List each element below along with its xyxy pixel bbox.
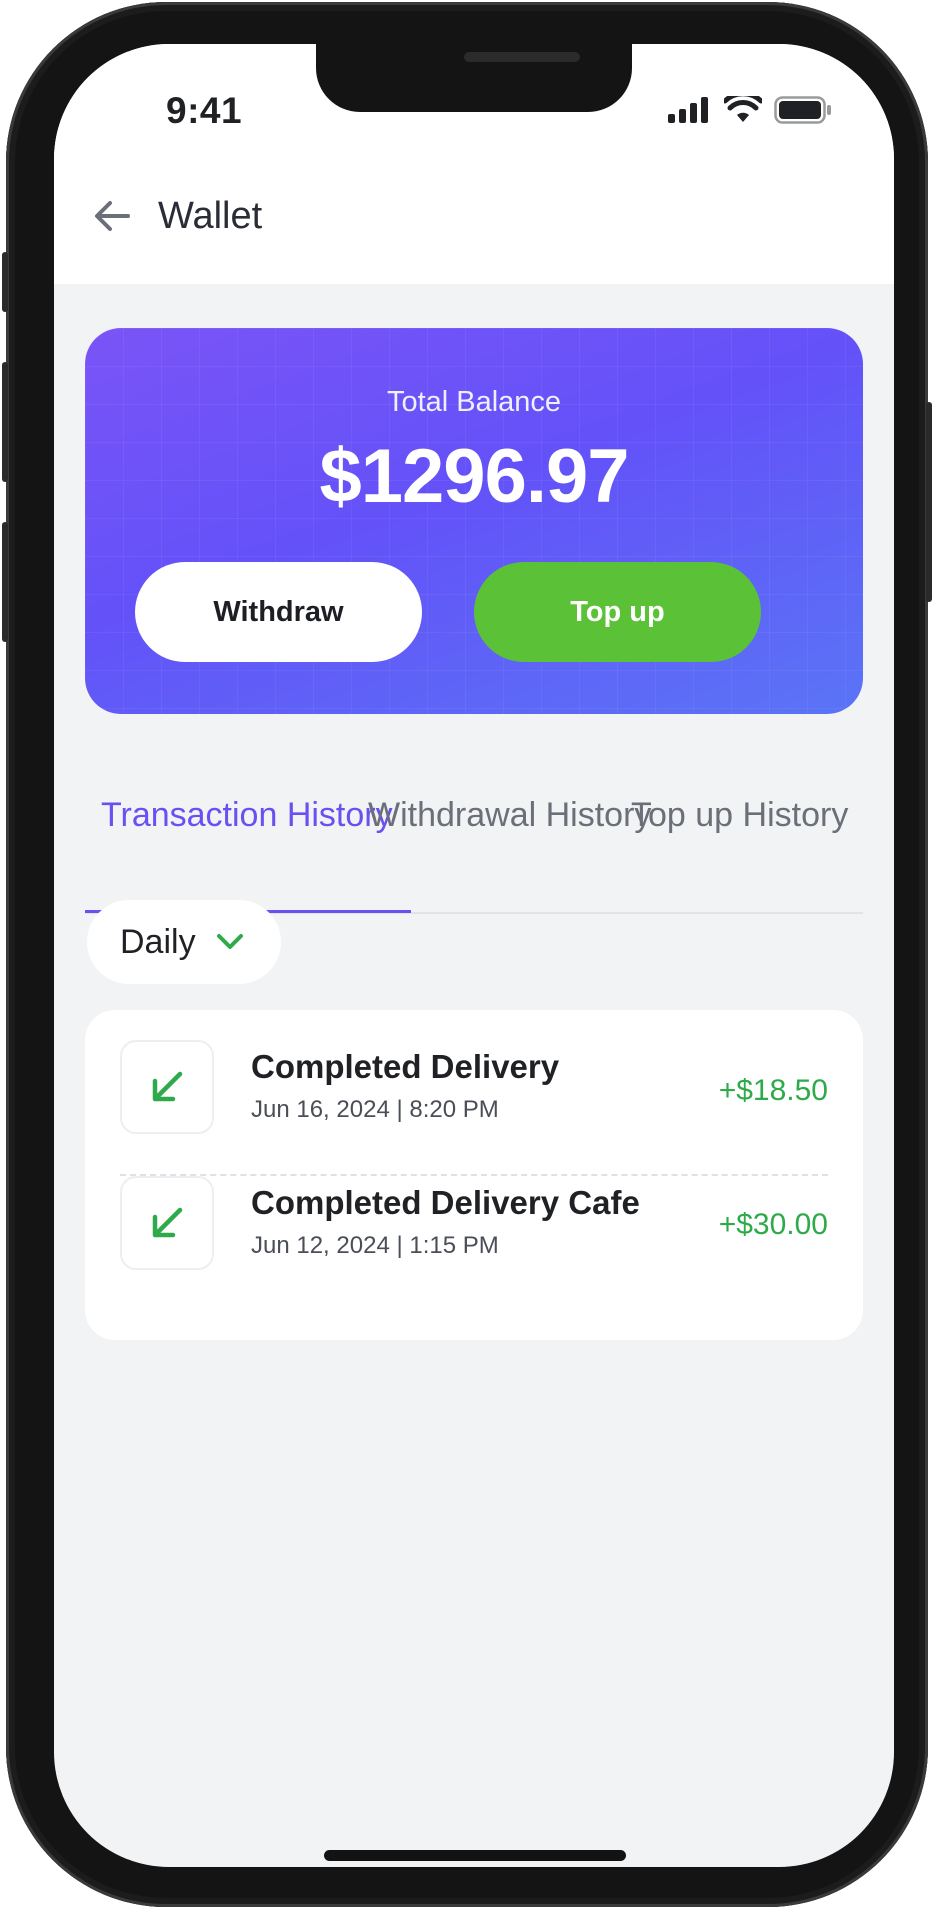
history-tabs: Transaction History Withdrawal History T…	[85, 796, 863, 914]
side-button-volume-up	[2, 362, 8, 482]
wifi-icon	[724, 96, 762, 122]
topup-button[interactable]: Top up	[474, 562, 761, 662]
speaker	[464, 52, 580, 62]
list-item[interactable]: Completed Delivery Jun 16, 2024 | 8:20 P…	[85, 1010, 863, 1140]
balance-card: Total Balance $1296.97 Withdraw Top up	[85, 328, 863, 714]
chevron-down-icon	[216, 933, 244, 951]
tab-topup-history[interactable]: Top up History	[631, 796, 848, 835]
signal-icon	[668, 97, 708, 123]
phone-frame: 9:41 Wallet Total Balance $1296.97 Withd…	[2, 2, 932, 1907]
balance-label: Total Balance	[386, 386, 562, 418]
transaction-date: Jun 16, 2024 | 8:20 PM	[251, 1096, 499, 1123]
transactions-list: Completed Delivery Jun 16, 2024 | 8:20 P…	[85, 1010, 863, 1340]
transaction-amount: +$18.50	[718, 1074, 828, 1107]
withdraw-button[interactable]: Withdraw	[135, 562, 422, 662]
arrow-down-left-icon	[120, 1040, 214, 1134]
side-button-volume-down	[2, 522, 8, 642]
list-item[interactable]: Completed Delivery Cafe Jun 12, 2024 | 1…	[85, 1176, 863, 1306]
side-button-silent	[2, 252, 8, 312]
balance-amount: $1296.97	[319, 434, 630, 519]
app-header: Wallet	[90, 194, 262, 238]
period-filter-dropdown[interactable]: Daily	[87, 900, 281, 984]
home-indicator[interactable]	[324, 1850, 626, 1861]
tab-withdrawal-history[interactable]: Withdrawal History	[368, 796, 651, 835]
transaction-date: Jun 12, 2024 | 1:15 PM	[251, 1232, 499, 1259]
status-icons	[668, 96, 832, 124]
transaction-title: Completed Delivery Cafe	[251, 1184, 640, 1221]
battery-icon	[774, 96, 831, 124]
side-button-power	[926, 402, 932, 602]
page-title: Wallet	[158, 194, 263, 237]
arrow-down-left-icon	[120, 1176, 214, 1270]
screen: 9:41 Wallet Total Balance $1296.97 Withd…	[54, 44, 894, 1867]
transaction-title: Completed Delivery	[251, 1048, 560, 1085]
status-time: 9:41	[166, 90, 243, 131]
tab-transaction-history[interactable]: Transaction History	[101, 796, 393, 835]
back-arrow-icon[interactable]	[90, 194, 134, 238]
transaction-amount: +$30.00	[718, 1208, 828, 1241]
filter-selected-label: Daily	[120, 922, 196, 961]
